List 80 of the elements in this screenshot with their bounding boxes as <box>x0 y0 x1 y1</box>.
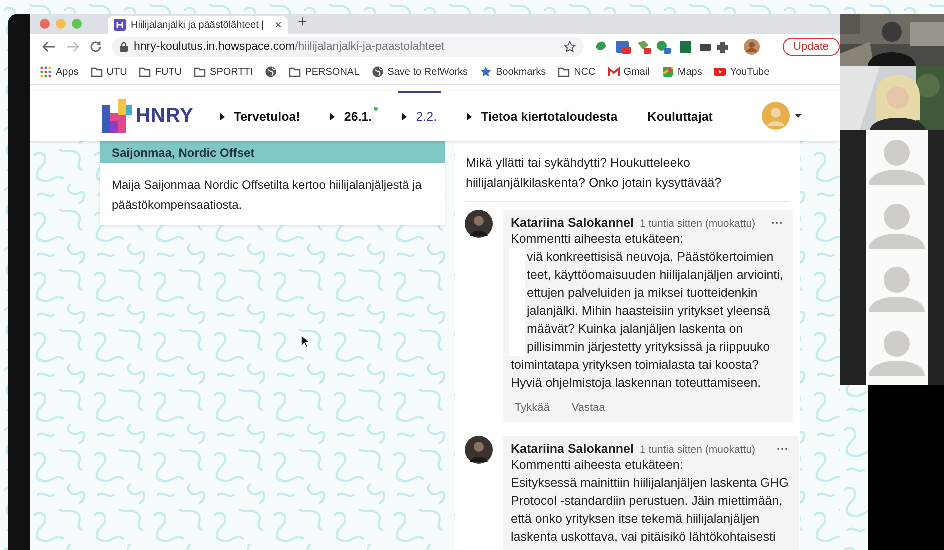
bookmark-item[interactable]: PERSONAL <box>289 66 360 78</box>
tab-title: Hiilijalanjälki ja päästölähteet | <box>131 20 266 30</box>
comment-author: Katariina Salokannel <box>511 442 634 456</box>
folder-icon <box>139 66 152 78</box>
comment-menu-button[interactable]: ··· <box>776 442 789 456</box>
comment-text: jalanjälki. Mihin haasteisiin yritykset yleensä <box>527 303 770 320</box>
back-icon[interactable] <box>42 41 56 53</box>
bookmark-item[interactable]: Apps <box>40 66 79 78</box>
card-title: Saijonmaa, Nordic Offset <box>112 145 255 161</box>
address-bar[interactable]: hnry-koulutus.in.howspace.com/hiilijalanjalki-ja-paastolahteet <box>112 37 584 57</box>
caret-icon <box>467 113 472 121</box>
comment-text: toimintatapa yrityksen toimialasta tai koosta? <box>511 357 760 374</box>
url-text: hnry-koulutus.in.howspace.com/hiilijalanjalki-ja-paastolahteet <box>134 41 445 53</box>
lock-icon <box>120 42 128 52</box>
new-tab-button[interactable]: + <box>298 14 308 34</box>
hnry-logo-icon <box>102 99 132 133</box>
caret-icon <box>330 113 336 121</box>
commenter-avatar-icon <box>465 436 493 464</box>
update-button[interactable]: Update <box>782 38 840 56</box>
comment-text: Hyviä ohjelmistoja laskennan toteuttamiseen. <box>511 375 762 392</box>
comment-author: Katariina Salokannel <box>511 216 634 230</box>
like-button[interactable]: Tykkää <box>515 402 550 414</box>
card-text: Maija Saijonmaa Nordic Offsetilta kertoo hiilijalanjäljestä ja päästökompensaatiosta. <box>111 177 423 214</box>
logo-text: HNRY <box>136 104 194 128</box>
comment-text: että onko yrityksen itse tekemä hiilijalanjäljen <box>511 511 760 528</box>
comment-text: Kommentti aiheesta etukäteen: <box>511 231 684 248</box>
bookmark-item[interactable]: UTU <box>90 66 128 78</box>
comment-text: Kommentti aiheesta etukäteen: <box>511 457 684 474</box>
comment-time: 1 tuntia sitten (muokattu) <box>640 218 756 230</box>
maps-icon <box>662 66 674 78</box>
bookmark-item[interactable] <box>265 66 278 78</box>
folder-icon <box>289 66 302 78</box>
bookmark-item[interactable]: NCC <box>558 66 596 78</box>
comment-text: Esityksessä mainittiin hiilijalanjäljen laskenta GHG <box>511 475 789 492</box>
youtube-icon <box>714 66 726 78</box>
reply-button[interactable]: Vastaa <box>572 402 606 414</box>
site-favicon-icon <box>114 19 126 31</box>
comment-text: ettujen palveluiden ja miksei tuotteidenkin <box>527 285 758 302</box>
globe-icon <box>372 66 384 78</box>
participant-placeholder-icon <box>867 266 927 312</box>
gmail-icon <box>608 66 620 78</box>
comment-text: määvät? Kuinka jalanjäljen laskenta on <box>527 321 744 338</box>
question-text: Mikä yllätti tai sykähdytti? Houkutteleeko hiilijalanjälkilaskenta? Onko jotain kysyttävää? <box>465 155 723 192</box>
bookmark-item[interactable]: SPORTTI <box>194 66 254 78</box>
reload-icon[interactable] <box>90 41 102 53</box>
globe-icon <box>265 66 278 78</box>
dropdown-caret-icon[interactable] <box>795 114 802 118</box>
browser-tab[interactable]: Hiilijalanjälki ja päästölähteet | × <box>108 16 288 34</box>
star-icon[interactable] <box>564 41 576 53</box>
bookmark-item[interactable]: Maps <box>662 66 702 78</box>
nav-tab[interactable]: Tervetuloa! <box>216 91 304 141</box>
participant-placeholder-icon <box>867 138 927 185</box>
commenter-avatar-icon <box>465 210 493 238</box>
apps-icon <box>40 66 52 78</box>
comment-text: laskenta uskottava, vai pitäisikö lähtökohtaisesti <box>511 529 776 546</box>
mouse-cursor-icon <box>301 335 310 348</box>
bookmark-item[interactable]: Bookmarks <box>480 66 546 78</box>
comment-menu-button[interactable]: ··· <box>771 216 784 230</box>
participant-placeholder-icon <box>867 202 927 249</box>
bookmark-item[interactable]: Gmail <box>608 66 650 78</box>
nav-tab[interactable]: Tietoa kiertotaloudesta <box>463 91 622 141</box>
caret-icon <box>402 113 408 121</box>
comment-time: 1 tuntia sitten (muokattu) <box>640 444 756 456</box>
comment-text: viä konkreettisisä neuvoja. Päästökertoimien <box>527 249 774 266</box>
folder-icon <box>194 66 206 78</box>
comment-text: pillisimmin järjestetty yrityksissä ja riippuuko <box>527 339 770 356</box>
folder-icon <box>90 66 103 78</box>
comment-text: Protocol -standardiin perustuen. Jäin miettimään, <box>511 493 783 510</box>
bookmark-item[interactable]: YouTube <box>714 66 770 78</box>
nav-tab[interactable]: Kouluttajat <box>644 91 717 141</box>
participant-placeholder-icon <box>867 330 927 376</box>
caret-icon <box>220 113 225 121</box>
bookmark-item[interactable]: FUTU <box>139 66 182 78</box>
tab-close-button[interactable]: × <box>274 18 282 32</box>
comment-text: teet, käyttöomaisuuden hiilijalanjäljen arviointi, <box>527 267 784 284</box>
folder-icon <box>558 66 570 78</box>
nav-tab[interactable]: 26.1. <box>326 91 376 141</box>
star-icon <box>480 66 492 78</box>
profile-avatar-icon[interactable] <box>744 39 760 55</box>
bookmark-item[interactable]: Save to RefWorks <box>372 66 468 78</box>
